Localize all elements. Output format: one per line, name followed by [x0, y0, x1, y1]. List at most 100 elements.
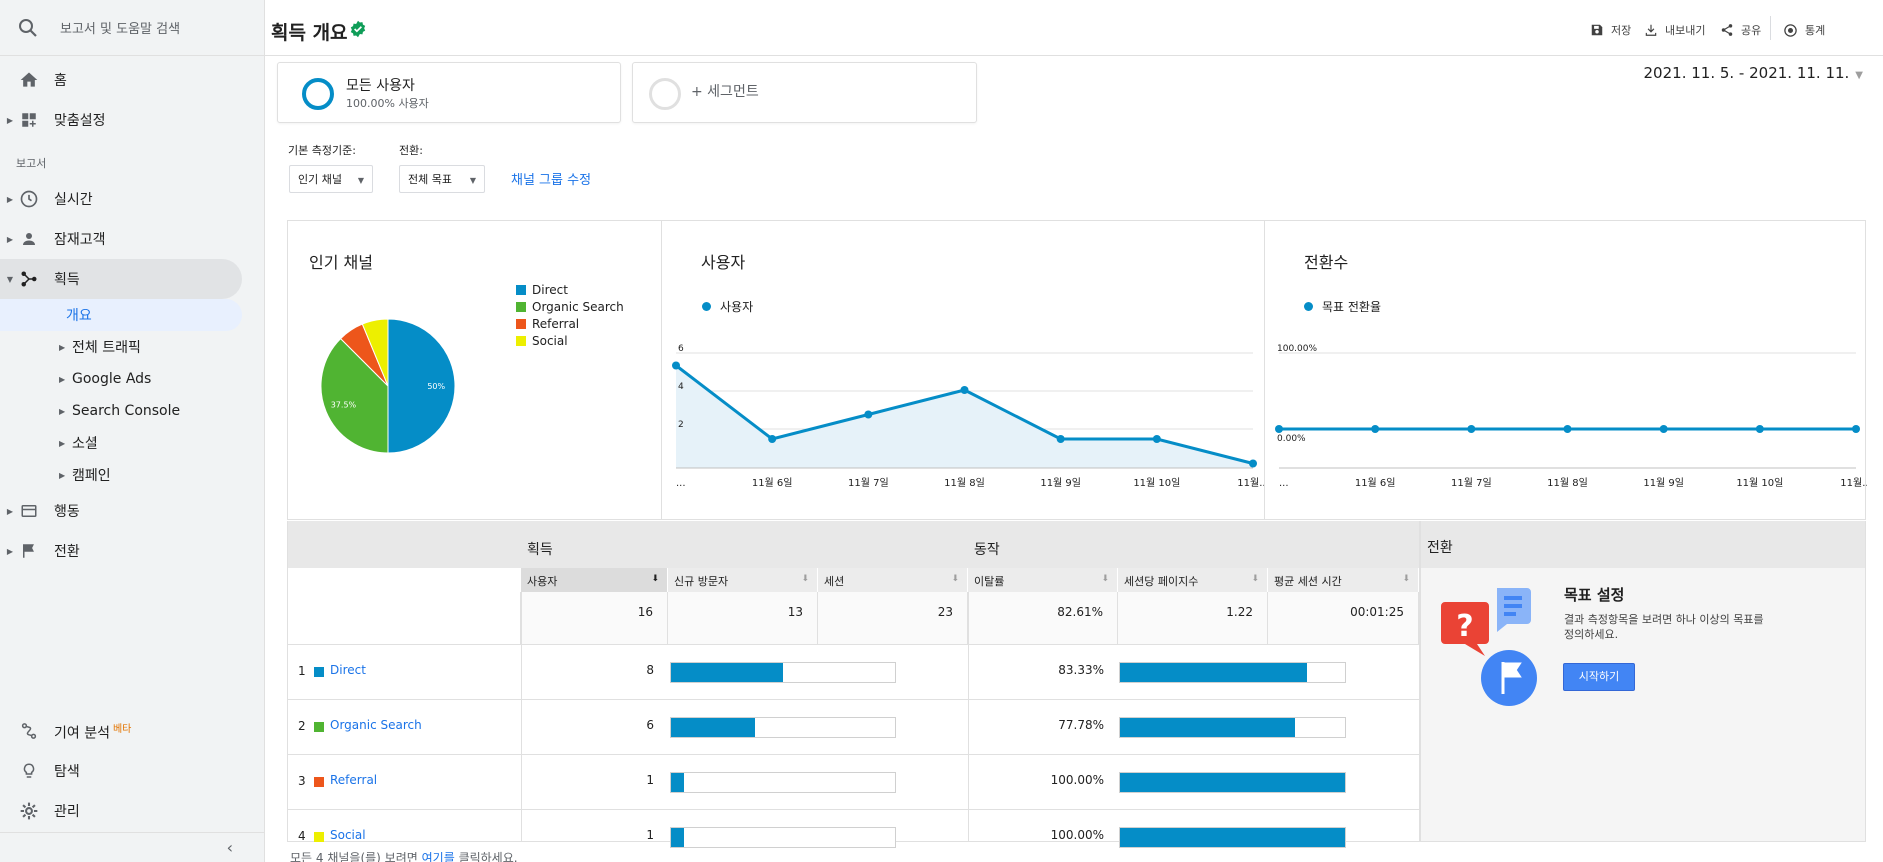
footnote-suffix: 클릭하세요. — [454, 851, 518, 862]
data-point[interactable] — [1659, 425, 1668, 433]
pages-bar — [1119, 717, 1346, 738]
add-segment-label: + 세그먼트 — [691, 84, 759, 100]
conversion-select[interactable]: 전체 목표 ▼ — [399, 165, 485, 193]
channel-link[interactable]: Organic Search — [330, 718, 422, 732]
edit-channel-group-link[interactable]: 채널 그룹 수정 — [511, 169, 591, 188]
data-point[interactable] — [672, 361, 680, 370]
channel-link[interactable]: Social — [330, 828, 366, 842]
sub-all-traffic[interactable]: ▶ 전체 트래픽 — [0, 331, 242, 363]
nav-acquisition[interactable]: ▼ 획득 — [0, 259, 242, 299]
clock-icon — [18, 188, 40, 210]
channel-link[interactable]: Referral — [330, 773, 377, 787]
data-point[interactable] — [1056, 435, 1065, 443]
cell-users: 6 — [646, 718, 654, 732]
sub-social[interactable]: ▶ 소셜 — [0, 427, 242, 459]
nav-behavior[interactable]: ▶ 행동 — [0, 491, 242, 531]
col-new-users[interactable]: 신규 방문자 ⬇ — [668, 568, 818, 592]
total-users: 16 — [521, 592, 668, 644]
users-line-chart: ... 11월 6일 11월 7일 11월 8일 11월 9일 11월 10일 11월...… — [672, 344, 1264, 489]
attribution-icon — [18, 720, 40, 742]
sub-google-ads[interactable]: ▶ Google Ads — [0, 363, 242, 395]
download-icon — [1645, 24, 1657, 36]
expand-caret-icon: ▶ — [6, 194, 14, 204]
nav-home[interactable]: 홈 — [0, 60, 242, 100]
goal-illustration-icon: ? — [1441, 588, 1537, 706]
data-point[interactable] — [1563, 425, 1572, 433]
export-label: 내보내기 — [1665, 24, 1706, 37]
col-duration[interactable]: 평균 세션 시간 ⬇ — [1268, 568, 1419, 592]
new-users-bar — [670, 662, 896, 683]
nav-attribution[interactable]: 기여 분석 베타 — [0, 711, 242, 751]
beta-badge: 베타 — [112, 723, 132, 735]
sub-campaigns[interactable]: ▶ 캠페인 — [0, 459, 242, 491]
conversion-value: 전체 목표 — [408, 173, 452, 186]
conversion-label: 전환: — [399, 144, 423, 157]
pie-legend-item: Direct — [516, 283, 568, 297]
lightbulb-icon — [18, 760, 40, 782]
reports-section-label: 보고서 — [16, 157, 47, 170]
col-pages[interactable]: 세션당 페이지수 ⬇ — [1118, 568, 1268, 592]
export-button[interactable]: 내보내기 — [1644, 20, 1705, 40]
col-users[interactable]: 사용자 ⬇ — [521, 568, 668, 592]
data-point[interactable] — [1152, 435, 1161, 443]
sub-overview[interactable]: 개요 — [0, 299, 242, 331]
nav-admin-label: 관리 — [54, 804, 80, 820]
share-button[interactable]: 공유 — [1720, 20, 1761, 40]
data-point[interactable] — [1852, 425, 1860, 433]
see-all-channels-link[interactable]: 여기를 — [422, 851, 455, 862]
nav-conversions-label: 전환 — [54, 544, 80, 560]
sub-search-console[interactable]: ▶ Search Console — [0, 395, 242, 427]
nav-acquisition-label: 획득 — [54, 272, 80, 288]
expand-caret-icon: ▶ — [6, 234, 14, 244]
channel-link[interactable]: Direct — [330, 663, 366, 677]
nav-audience[interactable]: ▶ 잠재고객 — [0, 219, 242, 259]
new-users-bar-fill — [671, 718, 755, 737]
y-tick-label: 100.00% — [1277, 344, 1317, 354]
x-tick-label: 11월 9일 — [1643, 477, 1684, 489]
nav-admin[interactable]: 관리 — [0, 791, 242, 831]
nav-realtime[interactable]: ▶ 실시간 — [0, 179, 242, 219]
sidebar-footer: ‹ — [0, 832, 265, 862]
acquisition-icon — [18, 268, 40, 290]
cell-bounce: 83.33% — [1058, 663, 1104, 677]
collapse-sidebar-icon[interactable]: ‹ — [227, 838, 233, 857]
sub-google-ads-label: Google Ads — [72, 371, 152, 387]
get-started-button[interactable]: 시작하기 — [1563, 663, 1635, 691]
sort-icon: ⬇ — [1101, 574, 1109, 584]
channel-swatch — [314, 832, 324, 842]
col-sessions[interactable]: 세션 ⬇ — [818, 568, 968, 592]
data-point[interactable] — [1275, 425, 1283, 433]
data-point[interactable] — [1371, 425, 1380, 433]
data-point[interactable] — [1249, 459, 1257, 468]
date-range-text: 2021. 11. 5. - 2021. 11. 11. — [1643, 64, 1850, 82]
col-bounce[interactable]: 이탈률 ⬇ — [968, 568, 1118, 592]
pages-bar-fill — [1120, 663, 1307, 682]
nav-conversions[interactable]: ▶ 전환 — [0, 531, 242, 571]
data-point[interactable] — [864, 410, 873, 419]
nav-custom[interactable]: ▶ 맞춤설정 — [0, 100, 242, 140]
data-point[interactable] — [960, 386, 969, 394]
pie-chart: 50% 37.5% — [320, 318, 456, 454]
add-segment-card[interactable]: + 세그먼트 — [632, 62, 977, 123]
expand-caret-icon: ▶ — [59, 438, 66, 448]
insights-button[interactable]: 통계 — [1783, 20, 1825, 40]
col-new-users-label: 신규 방문자 — [674, 575, 729, 588]
row-rank: 1 — [298, 664, 306, 678]
primary-dimension-select[interactable]: 인기 채널 ▼ — [289, 165, 373, 193]
x-tick-label: 11월... — [1840, 477, 1867, 489]
nav-discover[interactable]: 탐색 — [0, 751, 242, 791]
date-range-picker[interactable]: 2021. 11. 5. - 2021. 11. 11. ▼ — [1644, 64, 1863, 82]
data-point[interactable] — [768, 435, 777, 443]
data-point[interactable] — [1467, 425, 1476, 433]
sidebar-search[interactable]: 보고서 및 도움말 검색 — [0, 0, 264, 56]
table-header-blank — [288, 521, 521, 568]
y-tick-label: 2 — [678, 420, 684, 430]
segment-name: 모든 사용자 — [346, 78, 415, 94]
total-pages: 1.22 — [1118, 592, 1268, 644]
data-point[interactable] — [1755, 425, 1764, 433]
segment-all-users[interactable]: 모든 사용자 100.00% 사용자 — [277, 62, 621, 123]
row-rank: 4 — [298, 829, 306, 843]
save-button[interactable]: 저장 — [1590, 20, 1631, 40]
new-users-bar-fill — [671, 828, 685, 847]
empty-segment-ring-icon — [649, 78, 681, 110]
